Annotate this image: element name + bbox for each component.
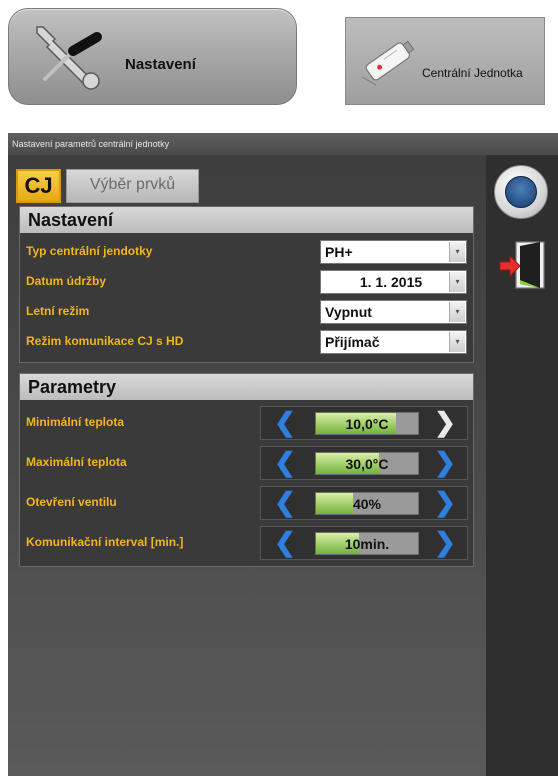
settings-panel-title: Nastavení bbox=[20, 207, 473, 233]
comm-mode-select[interactable]: Přijímač ▾ bbox=[320, 330, 467, 354]
valve-opening-stepper: ❮ 40% ❯ bbox=[260, 486, 468, 520]
dropdown-arrow-icon[interactable]: ▾ bbox=[449, 302, 465, 322]
min-temp-bar: 10,0°C bbox=[315, 412, 419, 435]
settings-button-label: Nastavení bbox=[125, 56, 196, 73]
max-temp-stepper: ❮ 30,0°C ❯ bbox=[260, 446, 468, 480]
select-value: PH+ bbox=[325, 244, 353, 260]
setting-row-summer-mode: Letní režim Vypnut ▾ bbox=[20, 298, 473, 327]
exit-door-icon[interactable] bbox=[496, 240, 548, 292]
wrench-screwdriver-icon bbox=[27, 23, 117, 100]
clock-icon[interactable] bbox=[494, 165, 548, 219]
settings-window: Nastavení parametrů centrální jednotky C… bbox=[8, 133, 558, 776]
select-value: Vypnut bbox=[325, 304, 372, 320]
param-value: 10min. bbox=[344, 536, 390, 552]
setting-row-maintenance-date: Datum údržby 1. 1. 2015 ▾ bbox=[20, 268, 473, 297]
max-temp-bar: 30,0°C bbox=[315, 452, 419, 475]
chevron-right-icon[interactable]: ❯ bbox=[431, 529, 459, 557]
param-row-min-temp: Minimální teplota ❮ 10,0°C ❯ bbox=[20, 405, 473, 441]
chevron-right-icon[interactable]: ❯ bbox=[431, 489, 459, 517]
dropdown-arrow-icon[interactable]: ▾ bbox=[449, 272, 465, 292]
chevron-left-icon[interactable]: ❮ bbox=[271, 529, 299, 557]
chevron-right-icon[interactable]: ❯ bbox=[431, 449, 459, 477]
param-value: 40% bbox=[352, 496, 382, 512]
comm-interval-bar: 10min. bbox=[315, 532, 419, 555]
param-row-valve-opening: Otevření ventilu ❮ 40% ❯ bbox=[20, 485, 473, 521]
comm-interval-stepper: ❮ 10min. ❯ bbox=[260, 526, 468, 560]
chevron-left-icon[interactable]: ❮ bbox=[271, 489, 299, 517]
tab-select-elements[interactable]: Výběr prvků bbox=[66, 169, 199, 203]
param-label: Maximální teplota bbox=[26, 455, 127, 469]
settings-panel: Nastavení Typ centrální jendotky PH+ ▾ D… bbox=[19, 206, 474, 363]
select-value: 1. 1. 2015 bbox=[359, 274, 423, 290]
dropdown-arrow-icon[interactable]: ▾ bbox=[449, 242, 465, 262]
param-row-comm-interval: Komunikační interval [min.] ❮ 10min. ❯ bbox=[20, 525, 473, 561]
min-temp-stepper: ❮ 10,0°C ❯ bbox=[260, 406, 468, 440]
central-unit-button-label: Centrální Jednotka bbox=[422, 66, 523, 80]
chevron-left-icon[interactable]: ❮ bbox=[271, 449, 299, 477]
setting-label: Letní režim bbox=[26, 304, 90, 318]
dropdown-arrow-icon[interactable]: ▾ bbox=[449, 332, 465, 352]
setting-label: Datum údržby bbox=[26, 274, 107, 288]
settings-button[interactable]: Nastavení bbox=[8, 8, 297, 105]
summer-mode-select[interactable]: Vypnut ▾ bbox=[320, 300, 467, 324]
param-value: 10,0°C bbox=[345, 416, 389, 432]
setting-row-comm-mode: Režim komunikace CJ s HD Přijímač ▾ bbox=[20, 328, 473, 357]
parameters-panel: Parametry Minimální teplota ❮ 10,0°C ❯ M… bbox=[19, 373, 474, 567]
chevron-right-icon[interactable]: ❯ bbox=[431, 409, 459, 437]
clock-face bbox=[505, 176, 537, 208]
tab-cj[interactable]: CJ bbox=[16, 169, 61, 203]
maintenance-date-picker[interactable]: 1. 1. 2015 ▾ bbox=[320, 270, 467, 294]
chevron-left-icon[interactable]: ❮ bbox=[271, 409, 299, 437]
param-label: Komunikační interval [min.] bbox=[26, 535, 184, 549]
valve-opening-bar: 40% bbox=[315, 492, 419, 515]
param-label: Minimální teplota bbox=[26, 415, 125, 429]
usb-device-icon bbox=[356, 33, 418, 96]
param-value: 30,0°C bbox=[345, 456, 389, 472]
parameters-panel-title: Parametry bbox=[20, 374, 473, 400]
param-row-max-temp: Maximální teplota ❮ 30,0°C ❯ bbox=[20, 445, 473, 481]
setting-row-unit-type: Typ centrální jendotky PH+ ▾ bbox=[20, 238, 473, 267]
setting-label: Typ centrální jendotky bbox=[26, 244, 153, 258]
central-unit-button[interactable]: Centrální Jednotka bbox=[345, 17, 545, 105]
select-value: Přijímač bbox=[325, 334, 380, 350]
setting-label: Režim komunikace CJ s HD bbox=[26, 334, 184, 348]
param-label: Otevření ventilu bbox=[26, 495, 117, 509]
window-title: Nastavení parametrů centrální jednotky bbox=[8, 133, 558, 155]
unit-type-select[interactable]: PH+ ▾ bbox=[320, 240, 467, 264]
